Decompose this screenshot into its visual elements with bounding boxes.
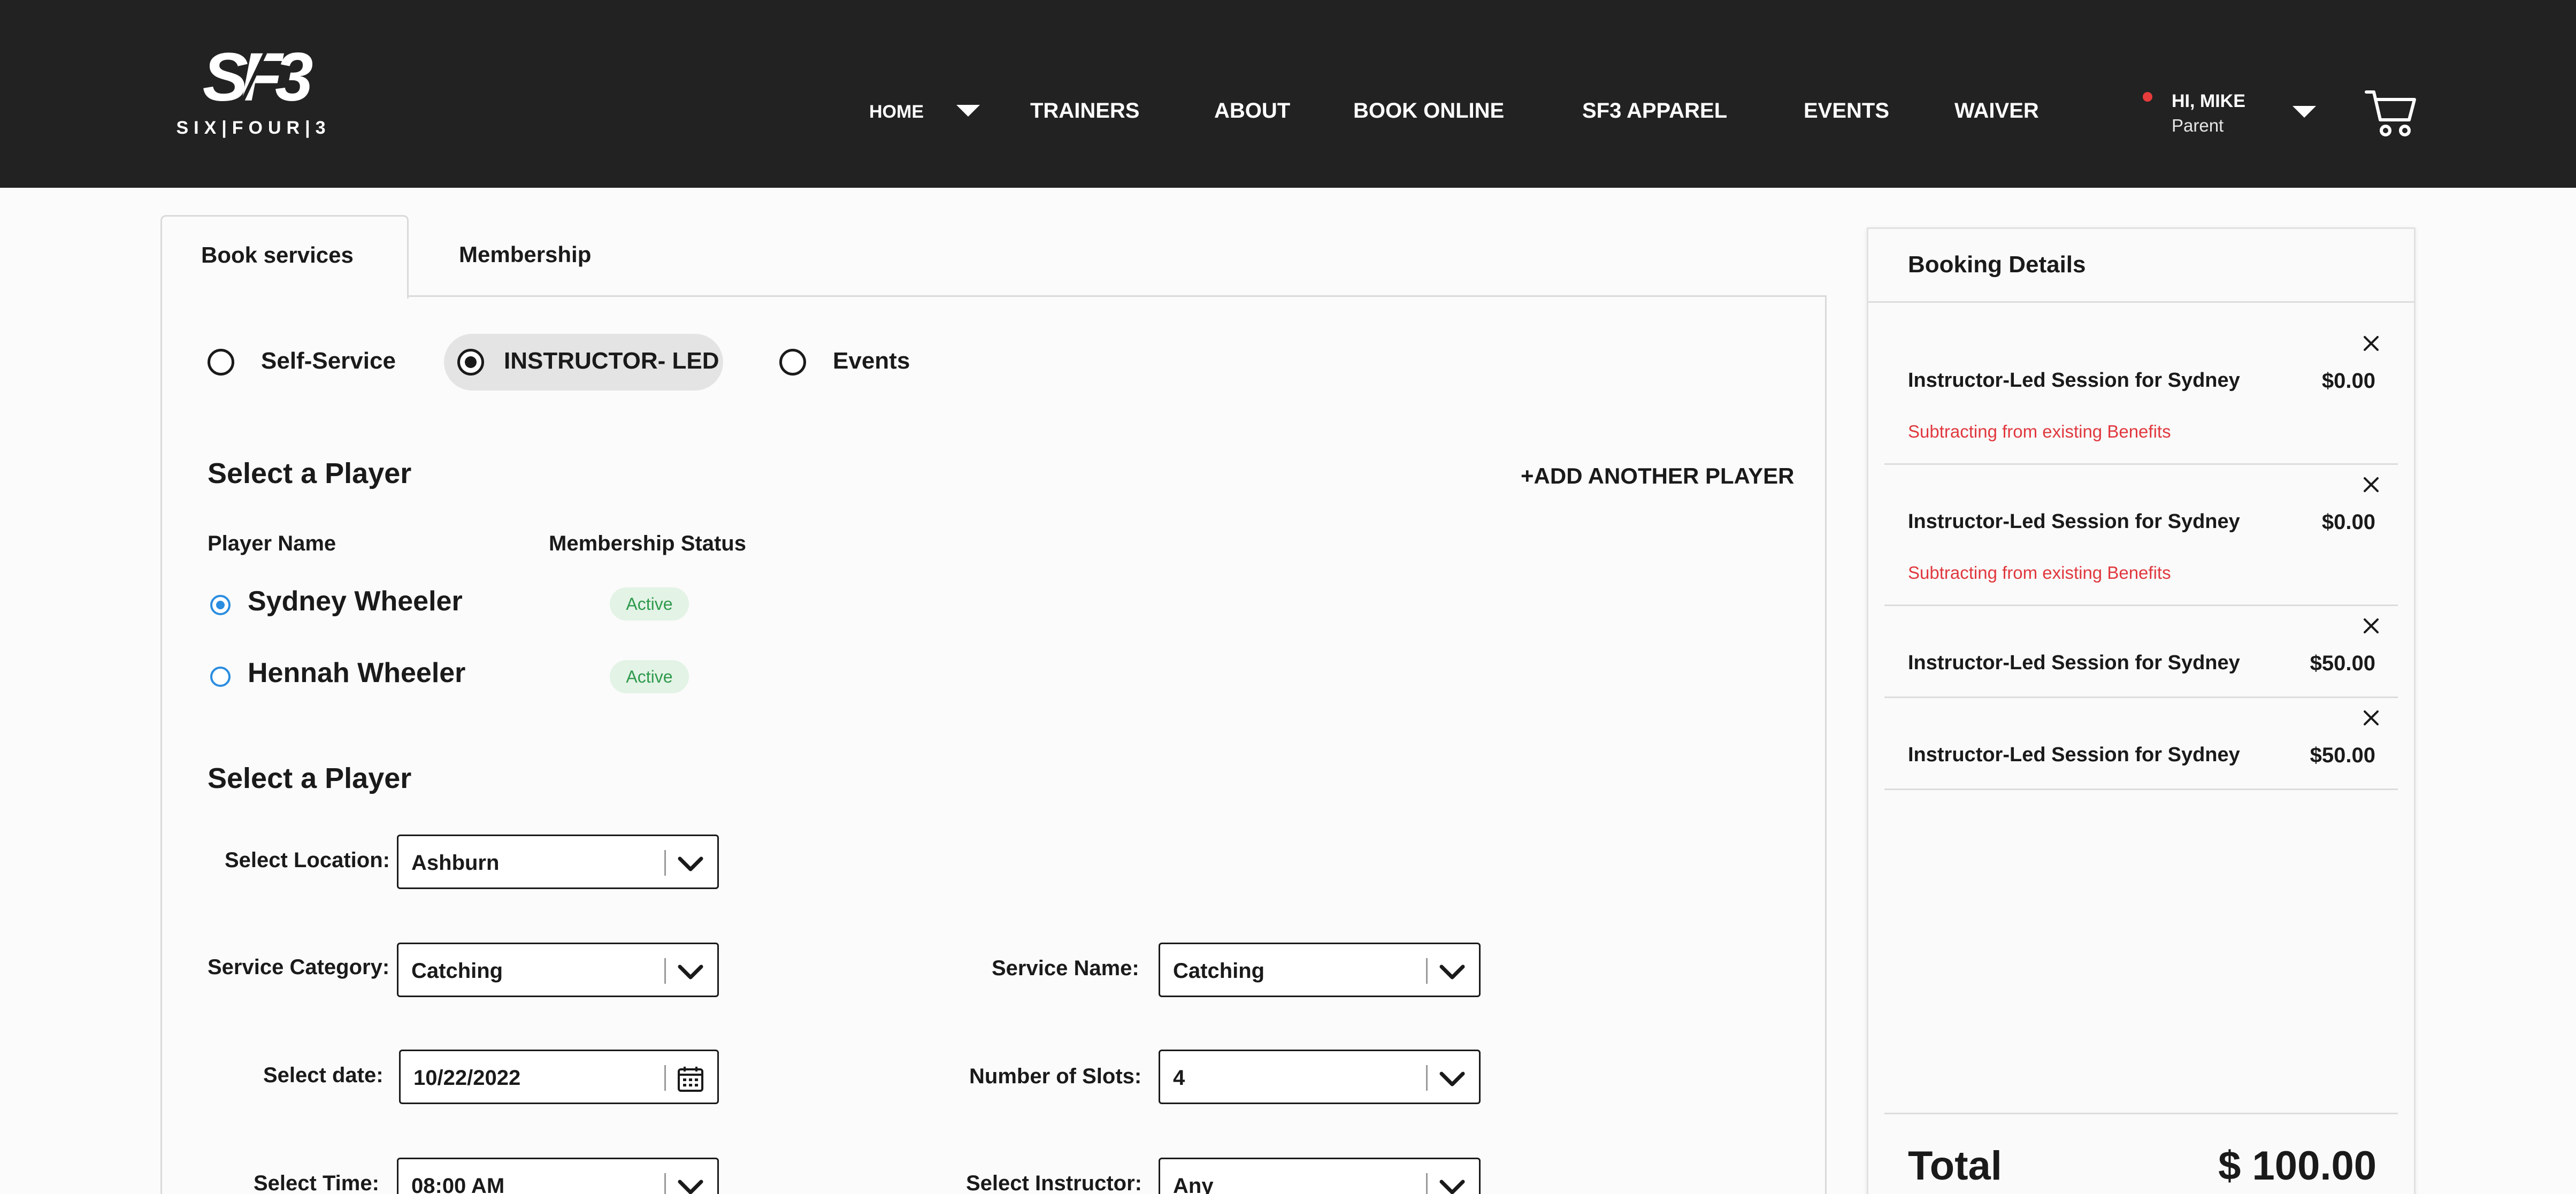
instructor-label: Select Instructor: xyxy=(966,1172,1142,1194)
location-value: Ashburn xyxy=(411,851,500,875)
divider xyxy=(1868,301,2414,303)
location-select[interactable]: Ashburn xyxy=(397,835,719,889)
booking-item-price: $0.00 xyxy=(2321,510,2375,534)
divider xyxy=(1884,463,2398,465)
nav-book-online[interactable]: BOOK ONLINE xyxy=(1353,99,1504,123)
date-input[interactable]: 10/22/2022 xyxy=(399,1050,719,1104)
select-divider xyxy=(664,958,666,984)
chevron-down-icon xyxy=(678,965,703,979)
top-header: SF3 SIX|FOUR|3 HOME TRAINERS ABOUT BOOK … xyxy=(0,0,2576,188)
player-name-sydney[interactable]: Sydney Wheeler xyxy=(248,585,463,617)
nav-waiver[interactable]: WAIVER xyxy=(1954,99,2039,123)
divider xyxy=(1884,789,2398,790)
logo-wordmark: SIX|FOUR|3 xyxy=(176,118,331,138)
calendar-icon[interactable] xyxy=(677,1065,704,1093)
self-service-label[interactable]: Self-Service xyxy=(261,348,396,374)
select-divider xyxy=(1426,1173,1428,1194)
user-greeting[interactable]: HI, MIKE xyxy=(2172,91,2245,112)
instructor-value: Any xyxy=(1173,1174,1214,1194)
booking-item-note: Subtracting from existing Benefits xyxy=(1908,422,2171,441)
chevron-down-icon xyxy=(1439,1071,1465,1086)
booking-details-panel: Booking Details Instructor-Led Session f… xyxy=(1867,227,2416,1194)
sf3-logo[interactable]: SF3 SIX|FOUR|3 xyxy=(164,45,343,141)
close-icon[interactable] xyxy=(2359,614,2383,638)
booking-item-note: Subtracting from existing Benefits xyxy=(1908,563,2171,583)
status-badge: Active xyxy=(610,587,689,621)
close-icon[interactable] xyxy=(2359,473,2383,496)
nav-home[interactable]: HOME xyxy=(869,102,924,123)
booking-details-title: Booking Details xyxy=(1908,251,2086,278)
player-name-hennah[interactable]: Hennah Wheeler xyxy=(248,657,465,689)
chevron-down-icon xyxy=(1439,965,1465,979)
user-role: Parent xyxy=(2172,116,2224,135)
booking-item-name: Instructor-Led Session for Sydney xyxy=(1908,652,2240,674)
service-name-label: Service Name: xyxy=(992,956,1139,980)
category-value: Catching xyxy=(411,959,503,983)
select-divider xyxy=(664,850,666,876)
events-radio[interactable] xyxy=(779,349,806,376)
select-divider xyxy=(1426,1065,1428,1091)
slots-label: Number of Slots: xyxy=(969,1065,1142,1088)
divider xyxy=(1884,696,2398,698)
chevron-down-icon xyxy=(678,856,703,871)
nav-trainers[interactable]: TRAINERS xyxy=(1030,99,1139,123)
booking-item-price: $0.00 xyxy=(2321,369,2375,393)
details-section-title: Select a Player xyxy=(208,762,412,794)
divider xyxy=(1884,604,2398,606)
home-chevron-down-icon[interactable] xyxy=(956,105,980,117)
instructor-led-label[interactable]: INSTRUCTOR- LED xyxy=(504,348,719,374)
time-select[interactable]: 08:00 AM xyxy=(397,1158,719,1194)
close-icon[interactable] xyxy=(2359,706,2383,730)
nav-events[interactable]: EVENTS xyxy=(1804,99,1889,123)
booking-item-name: Instructor-Led Session for Sydney xyxy=(1908,369,2240,392)
category-select[interactable]: Catching xyxy=(397,943,719,997)
date-label: Select date: xyxy=(263,1063,384,1087)
add-another-player-link[interactable]: +ADD ANOTHER PLAYER xyxy=(1521,463,1794,489)
events-label[interactable]: Events xyxy=(833,348,910,374)
membership-status-header: Membership Status xyxy=(549,532,746,555)
player-radio-hennah[interactable] xyxy=(210,667,231,687)
tab-book-services-label: Book services xyxy=(201,242,354,267)
total-value: $ 100.00 xyxy=(2218,1143,2376,1189)
slots-value: 4 xyxy=(1173,1066,1185,1090)
player-radio-sydney[interactable] xyxy=(210,595,231,615)
chevron-down-icon xyxy=(678,1180,703,1194)
nav-sf3-apparel[interactable]: SF3 APPAREL xyxy=(1582,99,1727,123)
self-service-radio[interactable] xyxy=(208,349,234,376)
booking-item-price: $50.00 xyxy=(2310,652,2375,675)
instructor-select[interactable]: Any xyxy=(1159,1158,1481,1194)
close-icon[interactable] xyxy=(2359,332,2383,355)
user-status-dot xyxy=(2143,92,2152,102)
status-badge: Active xyxy=(610,660,689,693)
date-value: 10/22/2022 xyxy=(413,1066,521,1090)
service-name-value: Catching xyxy=(1173,959,1265,983)
location-label: Select Location: xyxy=(225,848,390,872)
service-name-select[interactable]: Catching xyxy=(1159,943,1481,997)
booking-item-name: Instructor-Led Session for Sydney xyxy=(1908,510,2240,533)
user-menu-chevron-down-icon[interactable] xyxy=(2293,106,2316,118)
instructor-led-radio[interactable] xyxy=(457,349,484,376)
booking-item-price: $50.00 xyxy=(2310,744,2375,767)
category-label: Service Category: xyxy=(208,955,390,979)
chevron-down-icon xyxy=(1439,1180,1465,1194)
divider xyxy=(1884,1113,2398,1114)
sf3-logo-mark: SF3 xyxy=(203,45,320,108)
nav-about[interactable]: ABOUT xyxy=(1214,99,1290,123)
tab-membership[interactable]: Membership xyxy=(459,242,591,267)
time-label: Select Time: xyxy=(254,1172,379,1194)
svg-text:SF3: SF3 xyxy=(203,45,313,108)
cart-icon[interactable] xyxy=(2364,87,2418,138)
select-divider xyxy=(1426,958,1428,984)
time-value: 08:00 AM xyxy=(411,1174,505,1194)
slots-select[interactable]: 4 xyxy=(1159,1050,1481,1104)
total-label: Total xyxy=(1908,1143,2002,1189)
select-player-title: Select a Player xyxy=(208,457,412,489)
select-divider xyxy=(664,1065,666,1091)
tab-book-services[interactable]: Book services xyxy=(160,215,409,298)
booking-item-name: Instructor-Led Session for Sydney xyxy=(1908,744,2240,766)
player-name-header: Player Name xyxy=(208,532,336,555)
select-divider xyxy=(664,1173,666,1194)
